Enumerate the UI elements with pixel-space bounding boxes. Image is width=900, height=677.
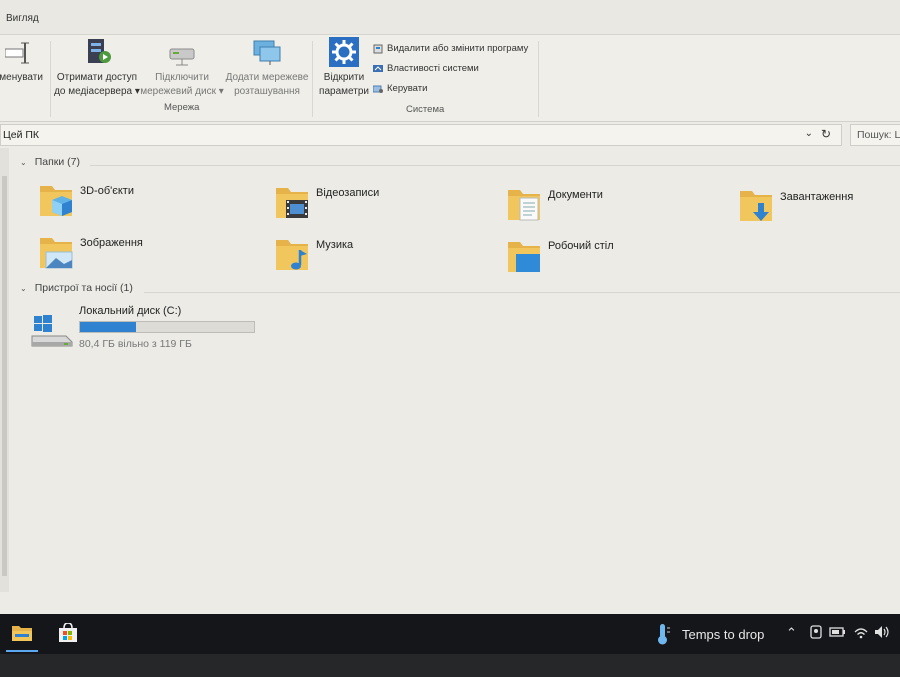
- taskbar-store[interactable]: [48, 618, 88, 652]
- refresh-icon[interactable]: ↻: [821, 127, 831, 141]
- system-properties-icon: [373, 64, 383, 74]
- folder-item[interactable]: Музика: [274, 234, 474, 278]
- drive-usage-fill: [80, 322, 136, 332]
- folder-item[interactable]: 3D-об'єкти: [38, 180, 238, 224]
- media-server-icon: [82, 37, 112, 67]
- wifi-icon[interactable]: [853, 624, 869, 643]
- folder-label: 3D-об'єкти: [80, 185, 134, 197]
- chevron-down-icon[interactable]: ⌄: [805, 128, 813, 139]
- media-server-button[interactable]: Отримати доступ до медіасервера ▾: [54, 37, 140, 99]
- 3d-objects-folder-icon: [38, 180, 76, 220]
- rename-label: іменувати: [0, 72, 43, 83]
- chevron-down-icon: ⌄: [20, 157, 27, 167]
- system-group-label: Система: [406, 104, 445, 115]
- manage-button[interactable]: Керувати: [372, 83, 428, 94]
- folder-label: Відеозаписи: [316, 187, 380, 199]
- system-properties-label: Властивості системи: [387, 63, 479, 74]
- meet-now-icon[interactable]: [808, 624, 824, 643]
- section-divider: [144, 292, 900, 293]
- add-location-label-1: Додати мережеве: [225, 72, 309, 83]
- folders-section-header[interactable]: ⌄ Папки (7): [20, 156, 80, 168]
- chevron-down-icon: ⌄: [20, 283, 27, 293]
- folder-item[interactable]: Зображення: [38, 232, 238, 276]
- folder-item[interactable]: Відеозаписи: [274, 182, 474, 226]
- address-path: Цей ПК: [3, 129, 40, 141]
- volume-icon[interactable]: [873, 624, 893, 643]
- system-properties-button[interactable]: Властивості системи: [373, 63, 479, 74]
- section-divider: [90, 165, 900, 166]
- folder-label: Музика: [316, 239, 354, 251]
- folder-label: Робочий стіл: [548, 240, 614, 252]
- ribbon-tab-bar: Вигляд: [0, 0, 900, 35]
- folder-item[interactable]: Документи: [506, 184, 706, 228]
- network-location-icon: [252, 37, 282, 67]
- manage-label: Керувати: [387, 83, 428, 94]
- add-location-label-2: розташування: [234, 86, 300, 97]
- uninstall-icon: [373, 44, 383, 54]
- separator: [312, 41, 313, 117]
- open-settings-label-1: Відкрити: [323, 72, 365, 83]
- open-settings-button[interactable]: Відкрити параметри: [316, 37, 372, 99]
- drive-name: Локальний диск (C:): [79, 305, 182, 317]
- manage-icon: [372, 84, 383, 94]
- map-drive-label-1: Підключити: [155, 72, 209, 83]
- pictures-folder-icon: [38, 232, 76, 272]
- uninstall-program-button[interactable]: Видалити або змінити програму: [373, 43, 528, 54]
- folder-item[interactable]: Робочий стіл: [506, 236, 706, 280]
- store-icon: [57, 621, 79, 648]
- documents-folder-icon: [506, 184, 544, 224]
- rename-button[interactable]: іменувати: [0, 37, 48, 85]
- scrollbar-thumb[interactable]: [2, 176, 7, 576]
- map-network-drive-button[interactable]: Підключити мережевий диск ▾: [140, 37, 224, 99]
- ribbon: іменувати Отримати доступ до медіасервер…: [0, 35, 900, 122]
- music-folder-icon: [274, 234, 312, 274]
- drive-free-space: 80,4 ГБ вільно з 119 ГБ: [79, 338, 192, 350]
- open-settings-label-2: параметри: [319, 86, 369, 97]
- hard-drive-icon: [30, 314, 74, 348]
- folders-section-title: Папки (7): [34, 156, 80, 168]
- chevron-up-icon[interactable]: ⌃: [786, 625, 797, 641]
- media-server-label-2: до медіасервера ▾: [54, 86, 140, 97]
- separator: [50, 41, 51, 117]
- drive-usage-bar: [79, 321, 255, 333]
- videos-folder-icon: [274, 182, 312, 222]
- file-explorer-window: Вигляд іменувати Отримати доступ до меді…: [0, 0, 900, 614]
- folder-item[interactable]: Завантаження: [738, 185, 898, 229]
- uninstall-label: Видалити або змінити програму: [387, 43, 529, 54]
- network-drive-icon: [167, 37, 197, 67]
- gear-icon: [329, 37, 359, 67]
- media-server-label-1: Отримати доступ: [56, 72, 138, 83]
- taskbar: Temps to drop ⌃: [0, 614, 900, 654]
- search-input[interactable]: Пошук: Ц: [850, 124, 900, 146]
- downloads-folder-icon: [738, 185, 776, 225]
- folder-label: Зображення: [80, 237, 143, 249]
- devices-section-header[interactable]: ⌄ Пристрої та носії (1): [20, 282, 133, 294]
- tab-view[interactable]: Вигляд: [6, 13, 39, 24]
- address-bar[interactable]: Цей ПК ⌄ ↻: [0, 124, 842, 146]
- taskbar-file-explorer[interactable]: [2, 618, 42, 652]
- rename-icon: [4, 37, 35, 67]
- separator: [538, 41, 539, 117]
- network-group-label: Мережа: [164, 102, 200, 113]
- battery-icon[interactable]: [829, 625, 847, 642]
- folder-label: Завантаження: [780, 191, 854, 203]
- vertical-scrollbar[interactable]: [0, 148, 9, 592]
- desktop-folder-icon: [506, 236, 544, 276]
- folder-label: Документи: [548, 189, 603, 201]
- thermometer-icon[interactable]: [654, 623, 672, 650]
- add-network-location-button[interactable]: Додати мережеве розташування: [224, 37, 310, 99]
- weather-text[interactable]: Temps to drop: [682, 627, 764, 642]
- monitor-bezel: [0, 654, 900, 677]
- map-drive-label-2: мережевий диск ▾: [140, 86, 224, 97]
- file-explorer-icon: [11, 624, 33, 647]
- devices-section-title: Пристрої та носії (1): [34, 282, 133, 294]
